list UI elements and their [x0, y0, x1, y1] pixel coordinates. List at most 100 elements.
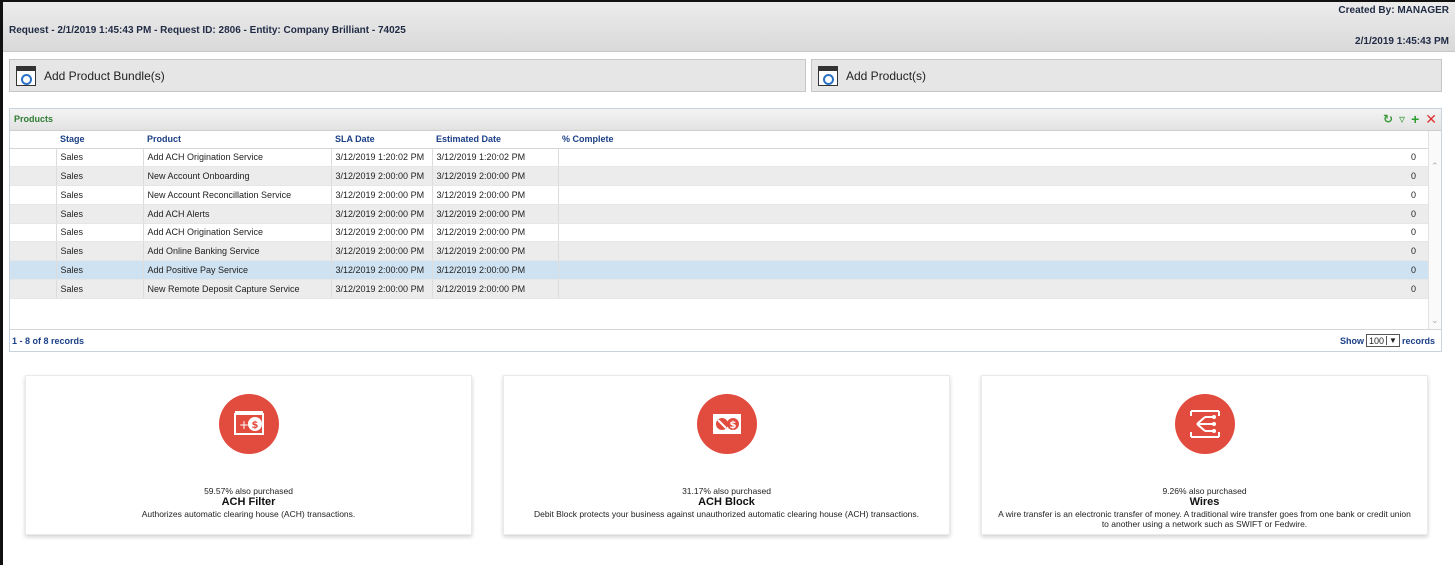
- column-header-estimated-date[interactable]: Estimated Date: [432, 131, 558, 149]
- table-row[interactable]: Sales New Remote Deposit Capture Service 3…: [10, 279, 1428, 299]
- cell-complete: 0: [558, 185, 1428, 205]
- request-header: Request - 2/1/2019 1:45:43 PM - Request …: [3, 2, 1455, 52]
- card-percent: 59.57% also purchased: [204, 486, 293, 496]
- wire-transfer-icon: [1174, 394, 1235, 454]
- add-product-bundle-label: Add Product Bundle(s): [44, 68, 165, 83]
- cell-product: New Remote Deposit Capture Service: [143, 279, 332, 299]
- card-name: ACH Block: [698, 496, 755, 508]
- record-count: 1 - 8 of 8 records: [12, 336, 85, 346]
- table-header-row: Stage Product SLA Date Estimated Date % …: [10, 131, 1428, 149]
- card-description: A wire transfer is an electronic transfe…: [998, 509, 1411, 529]
- cell-estimated-date: 3/12/2019 2:00:00 PM: [432, 166, 559, 186]
- svg-text:$: $: [729, 420, 736, 431]
- table-scrollbar[interactable]: ⌃ ⌄: [1428, 131, 1441, 330]
- column-header-stage[interactable]: Stage: [56, 131, 143, 149]
- created-by-label: Created By: MANAGER: [1338, 5, 1449, 16]
- column-header-product[interactable]: Product: [143, 131, 331, 149]
- cell-sla-date: 3/12/2019 2:00:00 PM: [331, 260, 433, 280]
- cell-sla-date: 3/12/2019 2:00:00 PM: [331, 204, 433, 224]
- cell-sla-date: 3/12/2019 2:00:00 PM: [331, 241, 433, 261]
- cell-select: [10, 185, 57, 205]
- column-header-complete[interactable]: % Complete: [558, 131, 1428, 149]
- cell-estimated-date: 3/12/2019 2:00:00 PM: [432, 223, 559, 243]
- cell-select: [10, 223, 57, 243]
- cell-sla-date: 3/12/2019 2:00:00 PM: [331, 166, 433, 186]
- search-window-icon: [16, 65, 36, 86]
- product-card-ach-filter[interactable]: + $ 59.57% also purchased ACH Filter Aut…: [25, 375, 472, 535]
- cell-stage: Sales: [56, 260, 144, 280]
- card-percent: 9.26% also purchased: [1162, 486, 1247, 496]
- table-row[interactable]: Sales New Account Reconcillation Service 3…: [10, 185, 1428, 205]
- table-row[interactable]: Sales Add ACH Origination Service 3/12/201…: [10, 223, 1428, 243]
- products-header: Products ↻ ▿ + ✕: [10, 109, 1441, 131]
- ach-filter-icon: + $: [218, 394, 279, 454]
- cell-product: New Account Reconcillation Service: [143, 185, 332, 205]
- cell-product: Add ACH Origination Service: [143, 223, 332, 243]
- table-row[interactable]: Sales Add ACH Alerts 3/12/2019 2:00:00 PM 3…: [10, 204, 1428, 224]
- cell-select: [10, 204, 57, 224]
- table-row[interactable]: Sales Add Positive Pay Service 3/12/2019 2…: [10, 260, 1428, 280]
- products-title: Products: [14, 114, 54, 124]
- products-footer: 1 - 8 of 8 records Show 100 ▼ records: [10, 329, 1441, 351]
- table-row[interactable]: Sales Add Online Banking Service 3/12/2019…: [10, 241, 1428, 261]
- search-window-icon: [818, 65, 838, 86]
- cell-select: [10, 148, 57, 168]
- cell-estimated-date: 3/12/2019 2:00:00 PM: [432, 204, 559, 224]
- card-name: Wires: [1189, 496, 1220, 508]
- cell-sla-date: 3/12/2019 2:00:00 PM: [331, 185, 433, 205]
- page-size-value: 100: [1369, 335, 1385, 346]
- svg-text:+: +: [238, 418, 248, 432]
- table-row[interactable]: Sales Add ACH Origination Service 3/12/201…: [10, 148, 1428, 168]
- column-header-select: [10, 131, 56, 149]
- cell-product: Add ACH Origination Service: [143, 148, 332, 168]
- table-row[interactable]: Sales New Account Onboarding 3/12/2019 2:0…: [10, 166, 1428, 186]
- created-date-label: 2/1/2019 1:45:43 PM: [1355, 36, 1449, 47]
- cell-product: Add ACH Alerts: [143, 204, 332, 224]
- column-header-sla-date[interactable]: SLA Date: [331, 131, 432, 149]
- cell-product: New Account Onboarding: [143, 166, 332, 186]
- cell-sla-date: 3/12/2019 2:00:00 PM: [331, 279, 433, 299]
- page-size-select[interactable]: 100 ▼: [1366, 334, 1400, 347]
- add-product-button[interactable]: Add Product(s): [811, 59, 1442, 92]
- scroll-up-icon[interactable]: ⌃: [1431, 161, 1439, 172]
- cell-estimated-date: 3/12/2019 2:00:00 PM: [432, 241, 559, 261]
- products-toolbar: ↻ ▿ + ✕: [1383, 111, 1437, 127]
- refresh-icon[interactable]: ↻: [1383, 111, 1393, 127]
- request-title: Request - 2/1/2019 1:45:43 PM - Request …: [9, 25, 406, 36]
- cell-stage: Sales: [56, 223, 144, 243]
- cell-complete: 0: [558, 223, 1428, 243]
- product-card-ach-block[interactable]: $ 31.17% also purchased ACH Block Debit …: [503, 375, 950, 535]
- cell-estimated-date: 3/12/2019 1:20:02 PM: [432, 148, 559, 168]
- products-panel: Products ↻ ▿ + ✕ Stage Product SLA Date …: [9, 108, 1442, 352]
- show-label: Show: [1340, 335, 1365, 346]
- cell-select: [10, 166, 57, 186]
- cell-complete: 0: [558, 279, 1428, 299]
- cell-complete: 0: [558, 204, 1428, 224]
- cell-product: Add Positive Pay Service: [143, 260, 332, 280]
- records-label: records: [1401, 335, 1435, 346]
- product-card-wires[interactable]: 9.26% also purchased Wires A wire transf…: [981, 375, 1428, 535]
- cell-estimated-date: 3/12/2019 2:00:00 PM: [432, 260, 559, 280]
- cell-complete: 0: [558, 166, 1428, 186]
- cell-stage: Sales: [56, 241, 144, 261]
- cell-complete: 0: [558, 260, 1428, 280]
- delete-icon[interactable]: ✕: [1425, 111, 1437, 127]
- page-size-control: Show 100 ▼ records: [1340, 334, 1435, 347]
- chevron-down-icon: ▼: [1386, 336, 1397, 345]
- cell-sla-date: 3/12/2019 2:00:00 PM: [331, 223, 433, 243]
- card-description: Authorizes automatic clearing house (ACH…: [141, 509, 356, 519]
- cell-stage: Sales: [56, 279, 144, 299]
- add-product-bundle-button[interactable]: Add Product Bundle(s): [9, 59, 806, 92]
- add-product-label: Add Product(s): [846, 68, 927, 83]
- cell-stage: Sales: [56, 148, 144, 168]
- card-percent: 31.17% also purchased: [682, 486, 771, 496]
- add-icon[interactable]: +: [1411, 111, 1419, 127]
- card-description: Debit Block protects your business again…: [533, 509, 920, 519]
- filter-icon[interactable]: ▿: [1399, 111, 1405, 127]
- scroll-down-icon[interactable]: ⌄: [1431, 315, 1439, 326]
- cell-complete: 0: [558, 148, 1428, 168]
- card-name: ACH Filter: [221, 496, 276, 508]
- cell-select: [10, 279, 57, 299]
- cell-select: [10, 241, 57, 261]
- cell-estimated-date: 3/12/2019 2:00:00 PM: [432, 185, 559, 205]
